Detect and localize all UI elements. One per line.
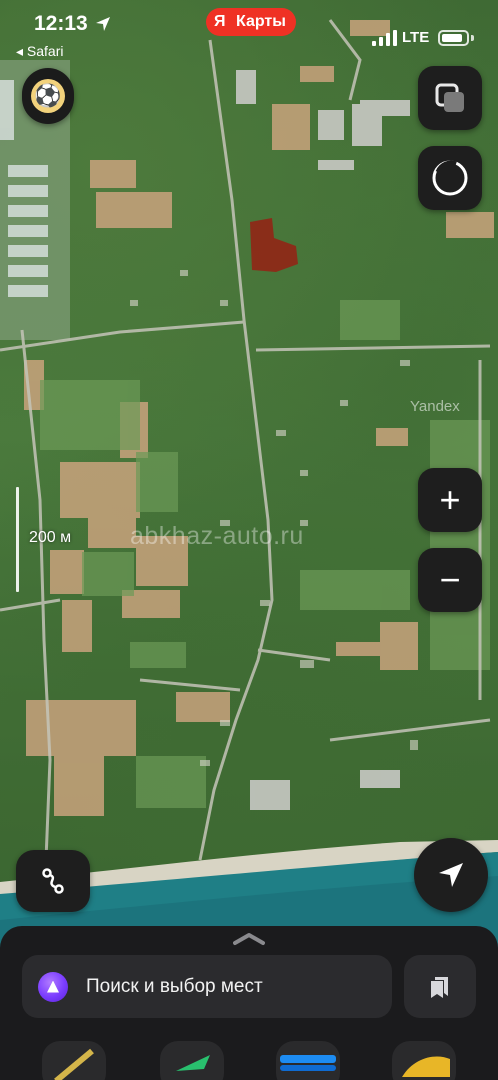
route-icon bbox=[42, 868, 64, 894]
search-placeholder: Поиск и выбор мест bbox=[86, 975, 263, 997]
profile-button[interactable]: ⚽ bbox=[22, 68, 74, 124]
brand-pill: Я Карты bbox=[206, 8, 296, 36]
bookmarks-icon bbox=[431, 976, 448, 998]
shortcut-tile-1[interactable] bbox=[42, 1041, 106, 1080]
route-button[interactable] bbox=[16, 850, 90, 912]
battery-cap bbox=[471, 35, 474, 41]
shortcut-1-icon bbox=[54, 1048, 94, 1080]
sheet-handle-chevron-icon[interactable] bbox=[233, 932, 265, 946]
zoom-in-button[interactable]: + bbox=[418, 468, 482, 532]
shortcut-2-icon bbox=[176, 1055, 210, 1071]
zoom-out-button[interactable]: − bbox=[418, 548, 482, 612]
network-type: LTE bbox=[402, 29, 430, 46]
status-bar: 12:13 ◂ Safari Я Карты LTE bbox=[0, 0, 498, 62]
scale-label: 200 м bbox=[29, 529, 72, 546]
shortcut-4-icon bbox=[402, 1056, 450, 1077]
bookmarks-button[interactable] bbox=[404, 955, 476, 1018]
compass-icon bbox=[432, 160, 468, 196]
alice-triangle bbox=[47, 980, 59, 993]
location-arrow-icon bbox=[96, 17, 110, 31]
alice-icon[interactable] bbox=[38, 971, 68, 1002]
compass-button[interactable] bbox=[418, 146, 482, 210]
yandex-logo-icon: Я bbox=[214, 13, 226, 30]
shortcut-tile-4[interactable] bbox=[392, 1041, 456, 1080]
shortcut-tile-2[interactable] bbox=[160, 1041, 224, 1080]
status-time: 12:13 bbox=[34, 12, 88, 35]
shortcut-3-icon bbox=[280, 1055, 336, 1071]
layers-icon bbox=[435, 83, 464, 112]
soccer-ball-avatar-icon: ⚽ bbox=[31, 79, 65, 113]
back-to-safari-link[interactable]: ◂ Safari bbox=[16, 43, 64, 60]
navigation-arrow-icon bbox=[439, 863, 463, 887]
brand-name: Карты bbox=[236, 13, 286, 30]
battery-icon bbox=[438, 30, 469, 46]
scale-bar bbox=[16, 487, 19, 592]
signal-bars-icon bbox=[372, 30, 397, 46]
my-location-button[interactable] bbox=[414, 838, 488, 912]
map-watermark: abkhaz-auto.ru bbox=[130, 522, 304, 550]
search-input[interactable]: Поиск и выбор мест bbox=[22, 955, 392, 1018]
provider-mark: Yandex bbox=[410, 398, 460, 415]
battery-level bbox=[442, 34, 462, 42]
layers-button[interactable] bbox=[418, 66, 482, 130]
shortcut-tile-3[interactable] bbox=[276, 1041, 340, 1080]
